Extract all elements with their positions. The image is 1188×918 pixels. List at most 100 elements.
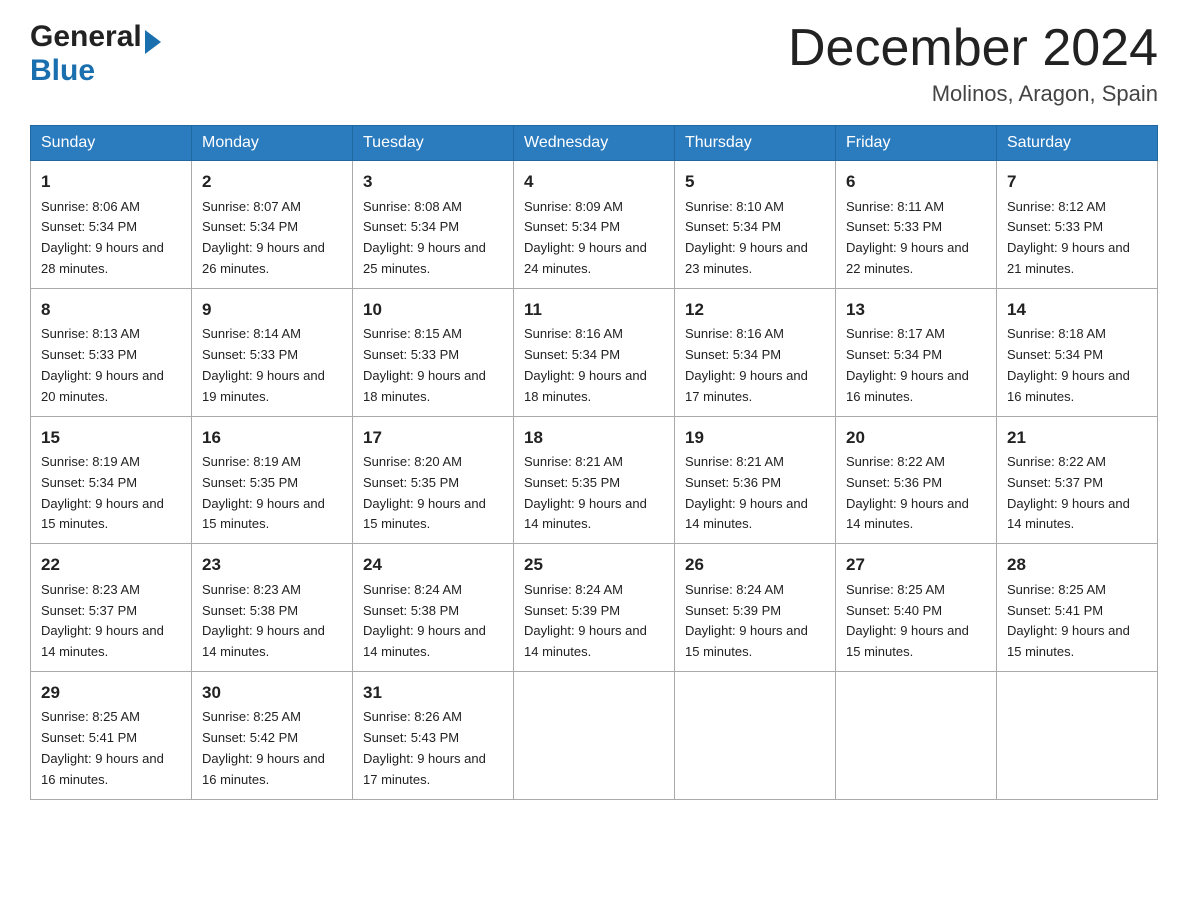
day-info: Sunrise: 8:25 AMSunset: 5:41 PMDaylight:… <box>1007 582 1130 659</box>
day-info: Sunrise: 8:07 AMSunset: 5:34 PMDaylight:… <box>202 199 325 276</box>
day-number: 24 <box>363 552 503 578</box>
day-info: Sunrise: 8:25 AMSunset: 5:41 PMDaylight:… <box>41 709 164 786</box>
calendar-day-cell: 18 Sunrise: 8:21 AMSunset: 5:35 PMDayligh… <box>514 416 675 544</box>
day-number: 12 <box>685 297 825 323</box>
day-number: 14 <box>1007 297 1147 323</box>
day-info: Sunrise: 8:17 AMSunset: 5:34 PMDaylight:… <box>846 326 969 403</box>
calendar-day-cell: 25 Sunrise: 8:24 AMSunset: 5:39 PMDayligh… <box>514 544 675 672</box>
day-number: 17 <box>363 425 503 451</box>
day-info: Sunrise: 8:21 AMSunset: 5:36 PMDaylight:… <box>685 454 808 531</box>
day-number: 25 <box>524 552 664 578</box>
day-of-week-header: Monday <box>192 126 353 161</box>
calendar-day-cell: 4 Sunrise: 8:09 AMSunset: 5:34 PMDaylight… <box>514 161 675 289</box>
calendar-table: SundayMondayTuesdayWednesdayThursdayFrid… <box>30 125 1158 799</box>
calendar-day-cell: 17 Sunrise: 8:20 AMSunset: 5:35 PMDayligh… <box>353 416 514 544</box>
day-number: 18 <box>524 425 664 451</box>
day-number: 11 <box>524 297 664 323</box>
day-info: Sunrise: 8:24 AMSunset: 5:38 PMDaylight:… <box>363 582 486 659</box>
calendar-day-cell: 15Sunrise: 8:19 AMSunset: 5:34 PMDayligh… <box>31 416 192 544</box>
days-of-week-row: SundayMondayTuesdayWednesdayThursdayFrid… <box>31 126 1158 161</box>
day-info: Sunrise: 8:14 AMSunset: 5:33 PMDaylight:… <box>202 326 325 403</box>
day-number: 20 <box>846 425 986 451</box>
day-number: 10 <box>363 297 503 323</box>
day-info: Sunrise: 8:19 AMSunset: 5:35 PMDaylight:… <box>202 454 325 531</box>
day-number: 8 <box>41 297 181 323</box>
day-number: 9 <box>202 297 342 323</box>
calendar-day-cell: 9 Sunrise: 8:14 AMSunset: 5:33 PMDaylight… <box>192 288 353 416</box>
day-number: 6 <box>846 169 986 195</box>
day-number: 22 <box>41 552 181 578</box>
day-info: Sunrise: 8:20 AMSunset: 5:35 PMDaylight:… <box>363 454 486 531</box>
calendar-day-cell: 7Sunrise: 8:12 AMSunset: 5:33 PMDaylight… <box>997 161 1158 289</box>
calendar-day-cell <box>997 671 1158 799</box>
calendar-day-cell: 30Sunrise: 8:25 AMSunset: 5:42 PMDayligh… <box>192 671 353 799</box>
day-number: 15 <box>41 425 181 451</box>
calendar-day-cell <box>836 671 997 799</box>
calendar-day-cell: 16 Sunrise: 8:19 AMSunset: 5:35 PMDayligh… <box>192 416 353 544</box>
day-info: Sunrise: 8:10 AMSunset: 5:34 PMDaylight:… <box>685 199 808 276</box>
day-info: Sunrise: 8:11 AMSunset: 5:33 PMDaylight:… <box>846 199 969 276</box>
calendar-day-cell <box>514 671 675 799</box>
calendar-week-row: 22 Sunrise: 8:23 AMSunset: 5:37 PMDayligh… <box>31 544 1158 672</box>
calendar-day-cell: 26 Sunrise: 8:24 AMSunset: 5:39 PMDayligh… <box>675 544 836 672</box>
calendar-day-cell: 1Sunrise: 8:06 AMSunset: 5:34 PMDaylight… <box>31 161 192 289</box>
day-of-week-header: Wednesday <box>514 126 675 161</box>
calendar-day-cell: 11Sunrise: 8:16 AMSunset: 5:34 PMDayligh… <box>514 288 675 416</box>
day-info: Sunrise: 8:18 AMSunset: 5:34 PMDaylight:… <box>1007 326 1130 403</box>
day-of-week-header: Sunday <box>31 126 192 161</box>
day-of-week-header: Saturday <box>997 126 1158 161</box>
day-number: 3 <box>363 169 503 195</box>
day-info: Sunrise: 8:21 AMSunset: 5:35 PMDaylight:… <box>524 454 647 531</box>
title-block: December 2024 Molinos, Aragon, Spain <box>788 20 1158 107</box>
day-number: 30 <box>202 680 342 706</box>
day-info: Sunrise: 8:22 AMSunset: 5:36 PMDaylight:… <box>846 454 969 531</box>
calendar-week-row: 1Sunrise: 8:06 AMSunset: 5:34 PMDaylight… <box>31 161 1158 289</box>
calendar-day-cell: 5 Sunrise: 8:10 AMSunset: 5:34 PMDaylight… <box>675 161 836 289</box>
calendar-day-cell: 10 Sunrise: 8:15 AMSunset: 5:33 PMDayligh… <box>353 288 514 416</box>
day-info: Sunrise: 8:06 AMSunset: 5:34 PMDaylight:… <box>41 199 164 276</box>
day-number: 16 <box>202 425 342 451</box>
day-number: 19 <box>685 425 825 451</box>
day-info: Sunrise: 8:08 AMSunset: 5:34 PMDaylight:… <box>363 199 486 276</box>
calendar-day-cell: 29 Sunrise: 8:25 AMSunset: 5:41 PMDayligh… <box>31 671 192 799</box>
calendar-day-cell: 8Sunrise: 8:13 AMSunset: 5:33 PMDaylight… <box>31 288 192 416</box>
day-number: 4 <box>524 169 664 195</box>
calendar-day-cell: 2Sunrise: 8:07 AMSunset: 5:34 PMDaylight… <box>192 161 353 289</box>
calendar-day-cell: 23Sunrise: 8:23 AMSunset: 5:38 PMDayligh… <box>192 544 353 672</box>
calendar-day-cell: 3 Sunrise: 8:08 AMSunset: 5:34 PMDaylight… <box>353 161 514 289</box>
day-number: 5 <box>685 169 825 195</box>
day-number: 31 <box>363 680 503 706</box>
logo-general-text: General <box>30 20 161 54</box>
day-number: 28 <box>1007 552 1147 578</box>
day-info: Sunrise: 8:16 AMSunset: 5:34 PMDaylight:… <box>685 326 808 403</box>
calendar-day-cell: 19 Sunrise: 8:21 AMSunset: 5:36 PMDayligh… <box>675 416 836 544</box>
calendar-day-cell: 12 Sunrise: 8:16 AMSunset: 5:34 PMDayligh… <box>675 288 836 416</box>
day-number: 7 <box>1007 169 1147 195</box>
day-info: Sunrise: 8:23 AMSunset: 5:37 PMDaylight:… <box>41 582 164 659</box>
day-info: Sunrise: 8:24 AMSunset: 5:39 PMDaylight:… <box>685 582 808 659</box>
logo-triangle-icon <box>145 30 161 54</box>
day-number: 27 <box>846 552 986 578</box>
calendar-day-cell: 27 Sunrise: 8:25 AMSunset: 5:40 PMDayligh… <box>836 544 997 672</box>
day-info: Sunrise: 8:09 AMSunset: 5:34 PMDaylight:… <box>524 199 647 276</box>
day-info: Sunrise: 8:15 AMSunset: 5:33 PMDaylight:… <box>363 326 486 403</box>
calendar-day-cell: 20 Sunrise: 8:22 AMSunset: 5:36 PMDayligh… <box>836 416 997 544</box>
location-subtitle: Molinos, Aragon, Spain <box>788 81 1158 107</box>
calendar-day-cell <box>675 671 836 799</box>
calendar-day-cell: 31Sunrise: 8:26 AMSunset: 5:43 PMDayligh… <box>353 671 514 799</box>
day-number: 23 <box>202 552 342 578</box>
logo: General Blue <box>30 20 161 88</box>
day-info: Sunrise: 8:25 AMSunset: 5:40 PMDaylight:… <box>846 582 969 659</box>
day-number: 21 <box>1007 425 1147 451</box>
calendar-day-cell: 28 Sunrise: 8:25 AMSunset: 5:41 PMDayligh… <box>997 544 1158 672</box>
calendar-week-row: 29 Sunrise: 8:25 AMSunset: 5:41 PMDayligh… <box>31 671 1158 799</box>
calendar-day-cell: 6 Sunrise: 8:11 AMSunset: 5:33 PMDaylight… <box>836 161 997 289</box>
day-info: Sunrise: 8:22 AMSunset: 5:37 PMDaylight:… <box>1007 454 1130 531</box>
month-title: December 2024 <box>788 20 1158 77</box>
day-of-week-header: Thursday <box>675 126 836 161</box>
day-number: 26 <box>685 552 825 578</box>
calendar-day-cell: 22 Sunrise: 8:23 AMSunset: 5:37 PMDayligh… <box>31 544 192 672</box>
day-number: 29 <box>41 680 181 706</box>
day-of-week-header: Tuesday <box>353 126 514 161</box>
day-info: Sunrise: 8:24 AMSunset: 5:39 PMDaylight:… <box>524 582 647 659</box>
